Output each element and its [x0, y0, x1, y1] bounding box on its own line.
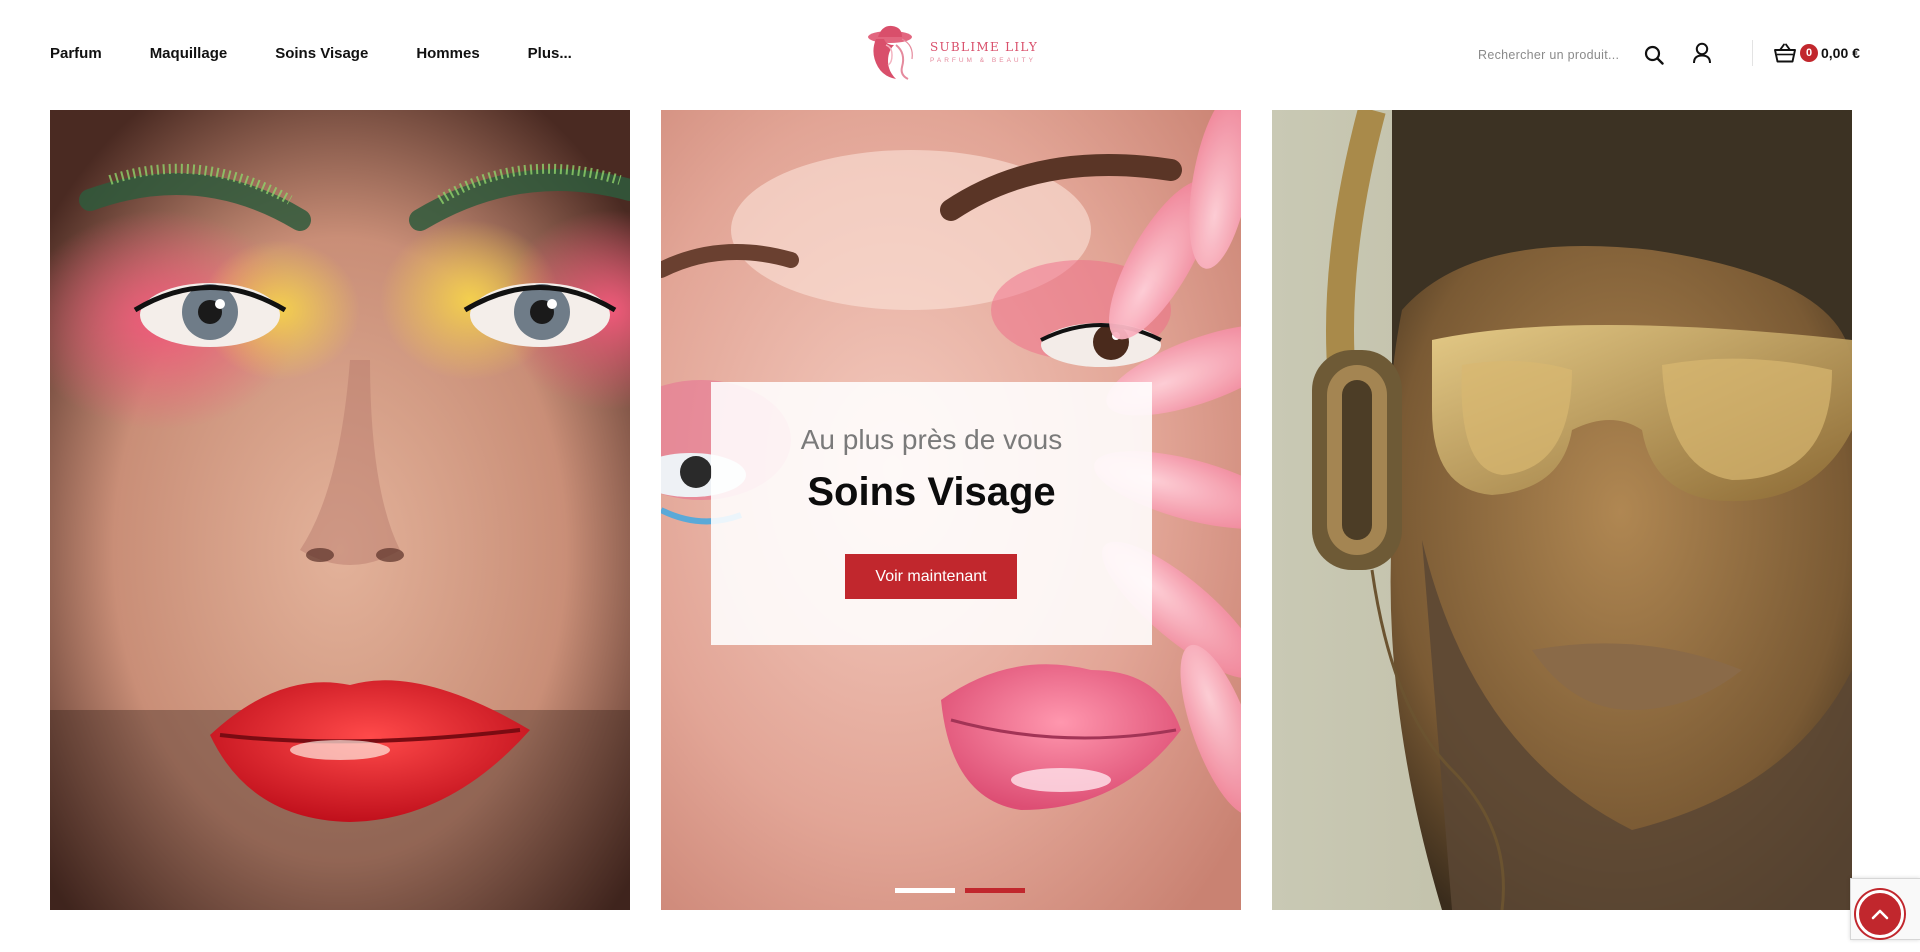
header-divider: [1752, 40, 1753, 66]
promo-subtitle: Au plus près de vous: [800, 424, 1063, 455]
logo-text: SUBLIME LILY PARFUM & BEAUTY: [930, 40, 1038, 64]
account-button[interactable]: [1690, 40, 1714, 66]
nav-item-parfum[interactable]: Parfum: [50, 44, 102, 64]
search-icon: [1644, 45, 1664, 65]
promo-title: Soins Visage: [807, 470, 1056, 514]
slider-dot-2[interactable]: [965, 888, 1025, 893]
promo-card: Au plus près de vous Soins Visage Voir m…: [711, 382, 1152, 645]
logo-name: SUBLIME LILY: [930, 40, 1039, 54]
search-bar: [1478, 44, 1666, 66]
nav-item-maquillage[interactable]: Maquillage: [150, 44, 228, 64]
makeup-face-image: [50, 110, 630, 910]
search-input[interactable]: [1478, 48, 1638, 62]
banner-men[interactable]: [1272, 110, 1852, 910]
logo-tagline: PARFUM & BEAUTY: [930, 57, 1036, 64]
basket-icon: [1774, 43, 1796, 63]
men-headphones-image: [1272, 110, 1852, 910]
shop-now-button[interactable]: Voir maintenant: [845, 554, 1017, 599]
user-icon: [1693, 42, 1711, 64]
nav-item-plus[interactable]: Plus...: [528, 44, 572, 64]
nav-item-soins-visage[interactable]: Soins Visage: [275, 44, 368, 64]
banner-makeup[interactable]: [50, 110, 630, 910]
main-nav: Parfum Maquillage Soins Visage Hommes Pl…: [50, 44, 620, 64]
slider-pagination: [895, 888, 1025, 893]
scroll-to-top-button[interactable]: [1856, 890, 1904, 938]
hero-banners: Au plus près de vous Soins Visage Voir m…: [50, 110, 1852, 910]
site-logo[interactable]: SUBLIME LILY PARFUM & BEAUTY: [862, 22, 1052, 82]
slider-dot-1[interactable]: [895, 888, 955, 893]
cart-button[interactable]: 0 0,00 €: [1774, 40, 1860, 66]
nav-item-hommes[interactable]: Hommes: [416, 44, 479, 64]
logo-woman-icon: [868, 25, 913, 80]
cart-count-badge: 0: [1800, 44, 1818, 62]
chevron-up-icon: [1871, 909, 1889, 920]
cart-total: 0,00 €: [1821, 45, 1860, 61]
site-header: Parfum Maquillage Soins Visage Hommes Pl…: [0, 0, 1920, 108]
search-button[interactable]: [1642, 43, 1666, 67]
